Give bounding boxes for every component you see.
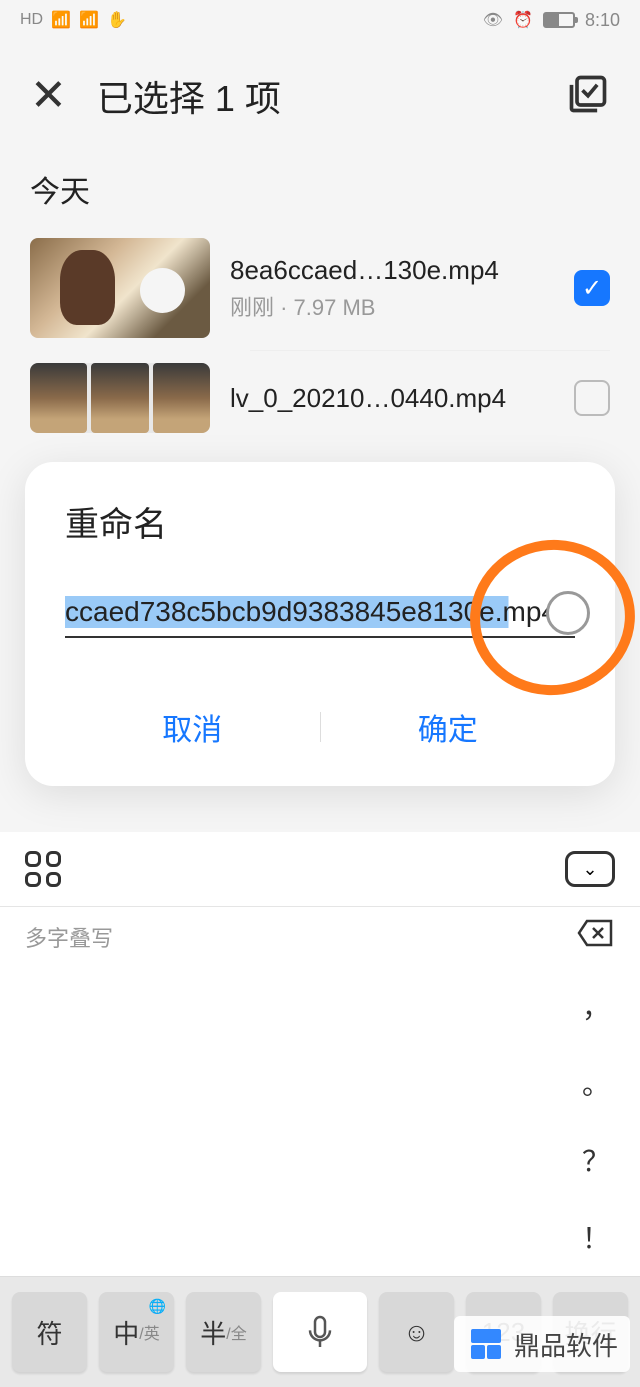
- file-row[interactable]: lv_0_20210…0440.mp4: [0, 351, 640, 445]
- space-key[interactable]: [273, 1292, 367, 1372]
- status-bar: HD 📶 📶 ✋ 👁 ⏰ 8:10: [0, 0, 640, 40]
- hand-icon: ✋: [107, 10, 127, 30]
- clear-input-button[interactable]: [546, 591, 590, 635]
- battery-icon: [543, 12, 575, 28]
- page-title: 已选择 1 项: [97, 70, 281, 122]
- rename-dialog: 重命名 ccaed738c5bcb9d9383845e8130e.mp4 取消 …: [25, 462, 615, 786]
- file-meta: 刚刚 · 7.97 MB: [230, 290, 559, 322]
- ime-panel: ⌄ 多字叠写 ， 。 ？ ！ 符 🌐中/英 半/全 ☺ 123 换行: [0, 832, 640, 1387]
- select-all-button[interactable]: [566, 72, 610, 121]
- cancel-button[interactable]: 取消: [65, 693, 320, 761]
- eye-icon: 👁: [483, 10, 503, 30]
- section-today: 今天: [0, 142, 640, 226]
- punct-key[interactable]: ！: [582, 1207, 610, 1267]
- file-name: lv_0_20210…0440.mp4: [230, 383, 559, 414]
- watermark: 鼎品软件: [454, 1316, 630, 1372]
- language-key[interactable]: 🌐中/英: [99, 1292, 174, 1372]
- file-row[interactable]: 8ea6ccaed…130e.mp4 刚刚 · 7.97 MB ✓: [0, 226, 640, 350]
- ime-collapse-button[interactable]: ⌄: [565, 851, 615, 887]
- symbol-key[interactable]: 符: [12, 1292, 87, 1372]
- dialog-title: 重命名: [65, 497, 575, 546]
- rename-input[interactable]: ccaed738c5bcb9d9383845e8130e.mp4: [65, 596, 575, 628]
- hd-icon: HD: [20, 11, 43, 29]
- file-thumbnail: [30, 238, 210, 338]
- punct-key[interactable]: 。: [582, 1053, 610, 1113]
- emoji-key[interactable]: ☺: [379, 1292, 454, 1372]
- status-time: 8:10: [585, 10, 620, 31]
- confirm-button[interactable]: 确定: [321, 693, 576, 761]
- watermark-text: 鼎品软件: [514, 1326, 618, 1363]
- backspace-icon[interactable]: [575, 918, 615, 956]
- alarm-icon: ⏰: [513, 10, 533, 30]
- ime-menu-icon[interactable]: [25, 851, 61, 887]
- file-name: 8ea6ccaed…130e.mp4: [230, 255, 559, 286]
- handwriting-area[interactable]: ， 。 ？ ！: [0, 967, 640, 1277]
- punct-key[interactable]: ？: [582, 1130, 610, 1190]
- halfwidth-key[interactable]: 半/全: [186, 1292, 261, 1372]
- file-thumbnail: [30, 363, 210, 433]
- selection-header: ✕ 已选择 1 项: [0, 40, 640, 142]
- ime-hint: 多字叠写: [25, 921, 113, 953]
- wifi-icon: 📶: [79, 10, 99, 30]
- signal-icon: 📶: [51, 10, 71, 30]
- file-checkbox[interactable]: [574, 380, 610, 416]
- watermark-logo: [466, 1324, 506, 1364]
- punct-key[interactable]: ，: [582, 976, 610, 1036]
- close-icon[interactable]: ✕: [30, 74, 67, 118]
- file-checkbox[interactable]: ✓: [574, 270, 610, 306]
